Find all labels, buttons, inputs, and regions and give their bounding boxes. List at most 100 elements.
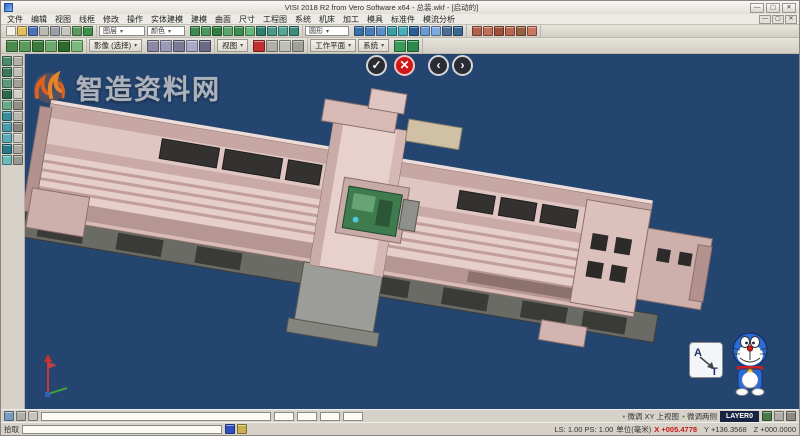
- redo-icon[interactable]: [83, 26, 93, 36]
- confirm-button[interactable]: ✓: [366, 55, 387, 76]
- arc-tool-icon[interactable]: [13, 67, 23, 77]
- new-icon[interactable]: [6, 26, 16, 36]
- measure-icon[interactable]: [472, 26, 482, 36]
- menu-item[interactable]: 曲面: [211, 14, 235, 25]
- field-z[interactable]: [320, 412, 340, 421]
- shell-icon[interactable]: [420, 26, 430, 36]
- stitch-icon[interactable]: [453, 26, 463, 36]
- menu-item[interactable]: 标准件: [387, 14, 419, 25]
- grid-icon[interactable]: [279, 40, 291, 52]
- menu-item[interactable]: 工程图: [259, 14, 291, 25]
- menu-item[interactable]: 视图: [51, 14, 75, 25]
- coord-mode-icon[interactable]: [225, 424, 235, 434]
- shade-icon[interactable]: [199, 40, 211, 52]
- annotate-icon[interactable]: [494, 26, 504, 36]
- select-window-icon[interactable]: [19, 40, 31, 52]
- revolve-icon[interactable]: [365, 26, 375, 36]
- print-icon[interactable]: [39, 26, 49, 36]
- workplane-indicator-icon[interactable]: [762, 411, 772, 421]
- chamfer-icon[interactable]: [409, 26, 419, 36]
- select-face-icon[interactable]: [45, 40, 57, 52]
- circle-tool-icon[interactable]: [2, 78, 12, 88]
- workplane-status[interactable]: 微调 XY 上视图: [622, 411, 679, 422]
- point-icon[interactable]: [190, 26, 200, 36]
- info-tool-icon[interactable]: [2, 155, 12, 165]
- arc-icon[interactable]: [212, 26, 222, 36]
- snap-mode-icon[interactable]: [237, 424, 247, 434]
- transform-tool-icon[interactable]: [13, 100, 23, 110]
- point-snap-icon[interactable]: [13, 56, 23, 66]
- layer-badge[interactable]: LAYER0: [720, 411, 759, 422]
- cancel-button[interactable]: ✕: [394, 55, 415, 76]
- menu-item[interactable]: 加工: [339, 14, 363, 25]
- circle-select[interactable]: 圆形: [305, 26, 349, 36]
- select-filter-icon[interactable]: [2, 56, 12, 66]
- doc-minimize-button[interactable]: —: [759, 15, 771, 24]
- mirror-tool-icon[interactable]: [2, 111, 12, 121]
- clip-tool-icon[interactable]: [13, 144, 23, 154]
- measure-tool-icon[interactable]: [2, 122, 12, 132]
- axes-icon[interactable]: [292, 40, 304, 52]
- menu-item[interactable]: 模具: [363, 14, 387, 25]
- prev-button[interactable]: ‹: [428, 55, 449, 76]
- undo-icon[interactable]: [72, 26, 82, 36]
- machine-model[interactable]: [25, 54, 799, 409]
- rotate-view-icon[interactable]: [186, 40, 198, 52]
- menu-item[interactable]: 模流分析: [419, 14, 459, 25]
- zoom-window-icon[interactable]: [160, 40, 172, 52]
- copy-icon[interactable]: [61, 26, 71, 36]
- loft-icon[interactable]: [387, 26, 397, 36]
- select-icon[interactable]: [6, 40, 18, 52]
- snap-toggle-icon[interactable]: [16, 411, 26, 421]
- menu-item[interactable]: 系统: [291, 14, 315, 25]
- save-icon[interactable]: [28, 26, 38, 36]
- dimension-icon[interactable]: [483, 26, 493, 36]
- pick-input[interactable]: [22, 425, 222, 434]
- view-lock-icon[interactable]: [774, 411, 784, 421]
- spline-icon[interactable]: [256, 26, 266, 36]
- close-button[interactable]: ✕: [782, 3, 796, 13]
- system-button[interactable]: 系统: [358, 39, 389, 52]
- cut-icon[interactable]: [50, 26, 60, 36]
- options-icon[interactable]: [407, 40, 419, 52]
- menu-item[interactable]: 操作: [123, 14, 147, 25]
- field-y[interactable]: [297, 412, 317, 421]
- next-button[interactable]: ›: [452, 55, 473, 76]
- array-tool-icon[interactable]: [13, 111, 23, 121]
- light-tool-icon[interactable]: [13, 133, 23, 143]
- workplane-button[interactable]: 工作平面: [310, 39, 356, 52]
- fillet-icon[interactable]: [398, 26, 408, 36]
- translate-widget[interactable]: A T: [689, 342, 723, 378]
- field-x[interactable]: [274, 412, 294, 421]
- solid-tool-icon[interactable]: [13, 89, 23, 99]
- polyline-icon[interactable]: [245, 26, 255, 36]
- line-icon[interactable]: [201, 26, 211, 36]
- extend-icon[interactable]: [289, 26, 299, 36]
- menu-item[interactable]: 尺寸: [235, 14, 259, 25]
- surface-tool-icon[interactable]: [2, 89, 12, 99]
- sweep-icon[interactable]: [376, 26, 386, 36]
- layer-select[interactable]: 图层: [99, 26, 145, 36]
- minimize-button[interactable]: —: [750, 3, 764, 13]
- trim-icon[interactable]: [278, 26, 288, 36]
- view-sides-status[interactable]: 微调两侧: [682, 411, 717, 422]
- menu-item[interactable]: 线框: [75, 14, 99, 25]
- doc-restore-button[interactable]: ▢: [772, 15, 784, 24]
- feature-tool-icon[interactable]: [2, 100, 12, 110]
- refresh-icon[interactable]: [786, 411, 796, 421]
- menu-item[interactable]: 文件: [3, 14, 27, 25]
- maximize-button[interactable]: ▢: [766, 3, 780, 13]
- material-tool-icon[interactable]: [2, 133, 12, 143]
- zoom-fit-icon[interactable]: [147, 40, 159, 52]
- rectangle-icon[interactable]: [234, 26, 244, 36]
- curve-tool-icon[interactable]: [13, 78, 23, 88]
- analyze-icon[interactable]: [516, 26, 526, 36]
- menu-item[interactable]: 机床: [315, 14, 339, 25]
- image-select-button[interactable]: 影像 (选择): [89, 39, 142, 52]
- layer-tool-icon[interactable]: [13, 122, 23, 132]
- pan-icon[interactable]: [173, 40, 185, 52]
- grid-toggle-icon[interactable]: [28, 411, 38, 421]
- record-icon[interactable]: [253, 40, 265, 52]
- help-tool-icon[interactable]: [13, 155, 23, 165]
- color-select[interactable]: 颜色: [147, 26, 185, 36]
